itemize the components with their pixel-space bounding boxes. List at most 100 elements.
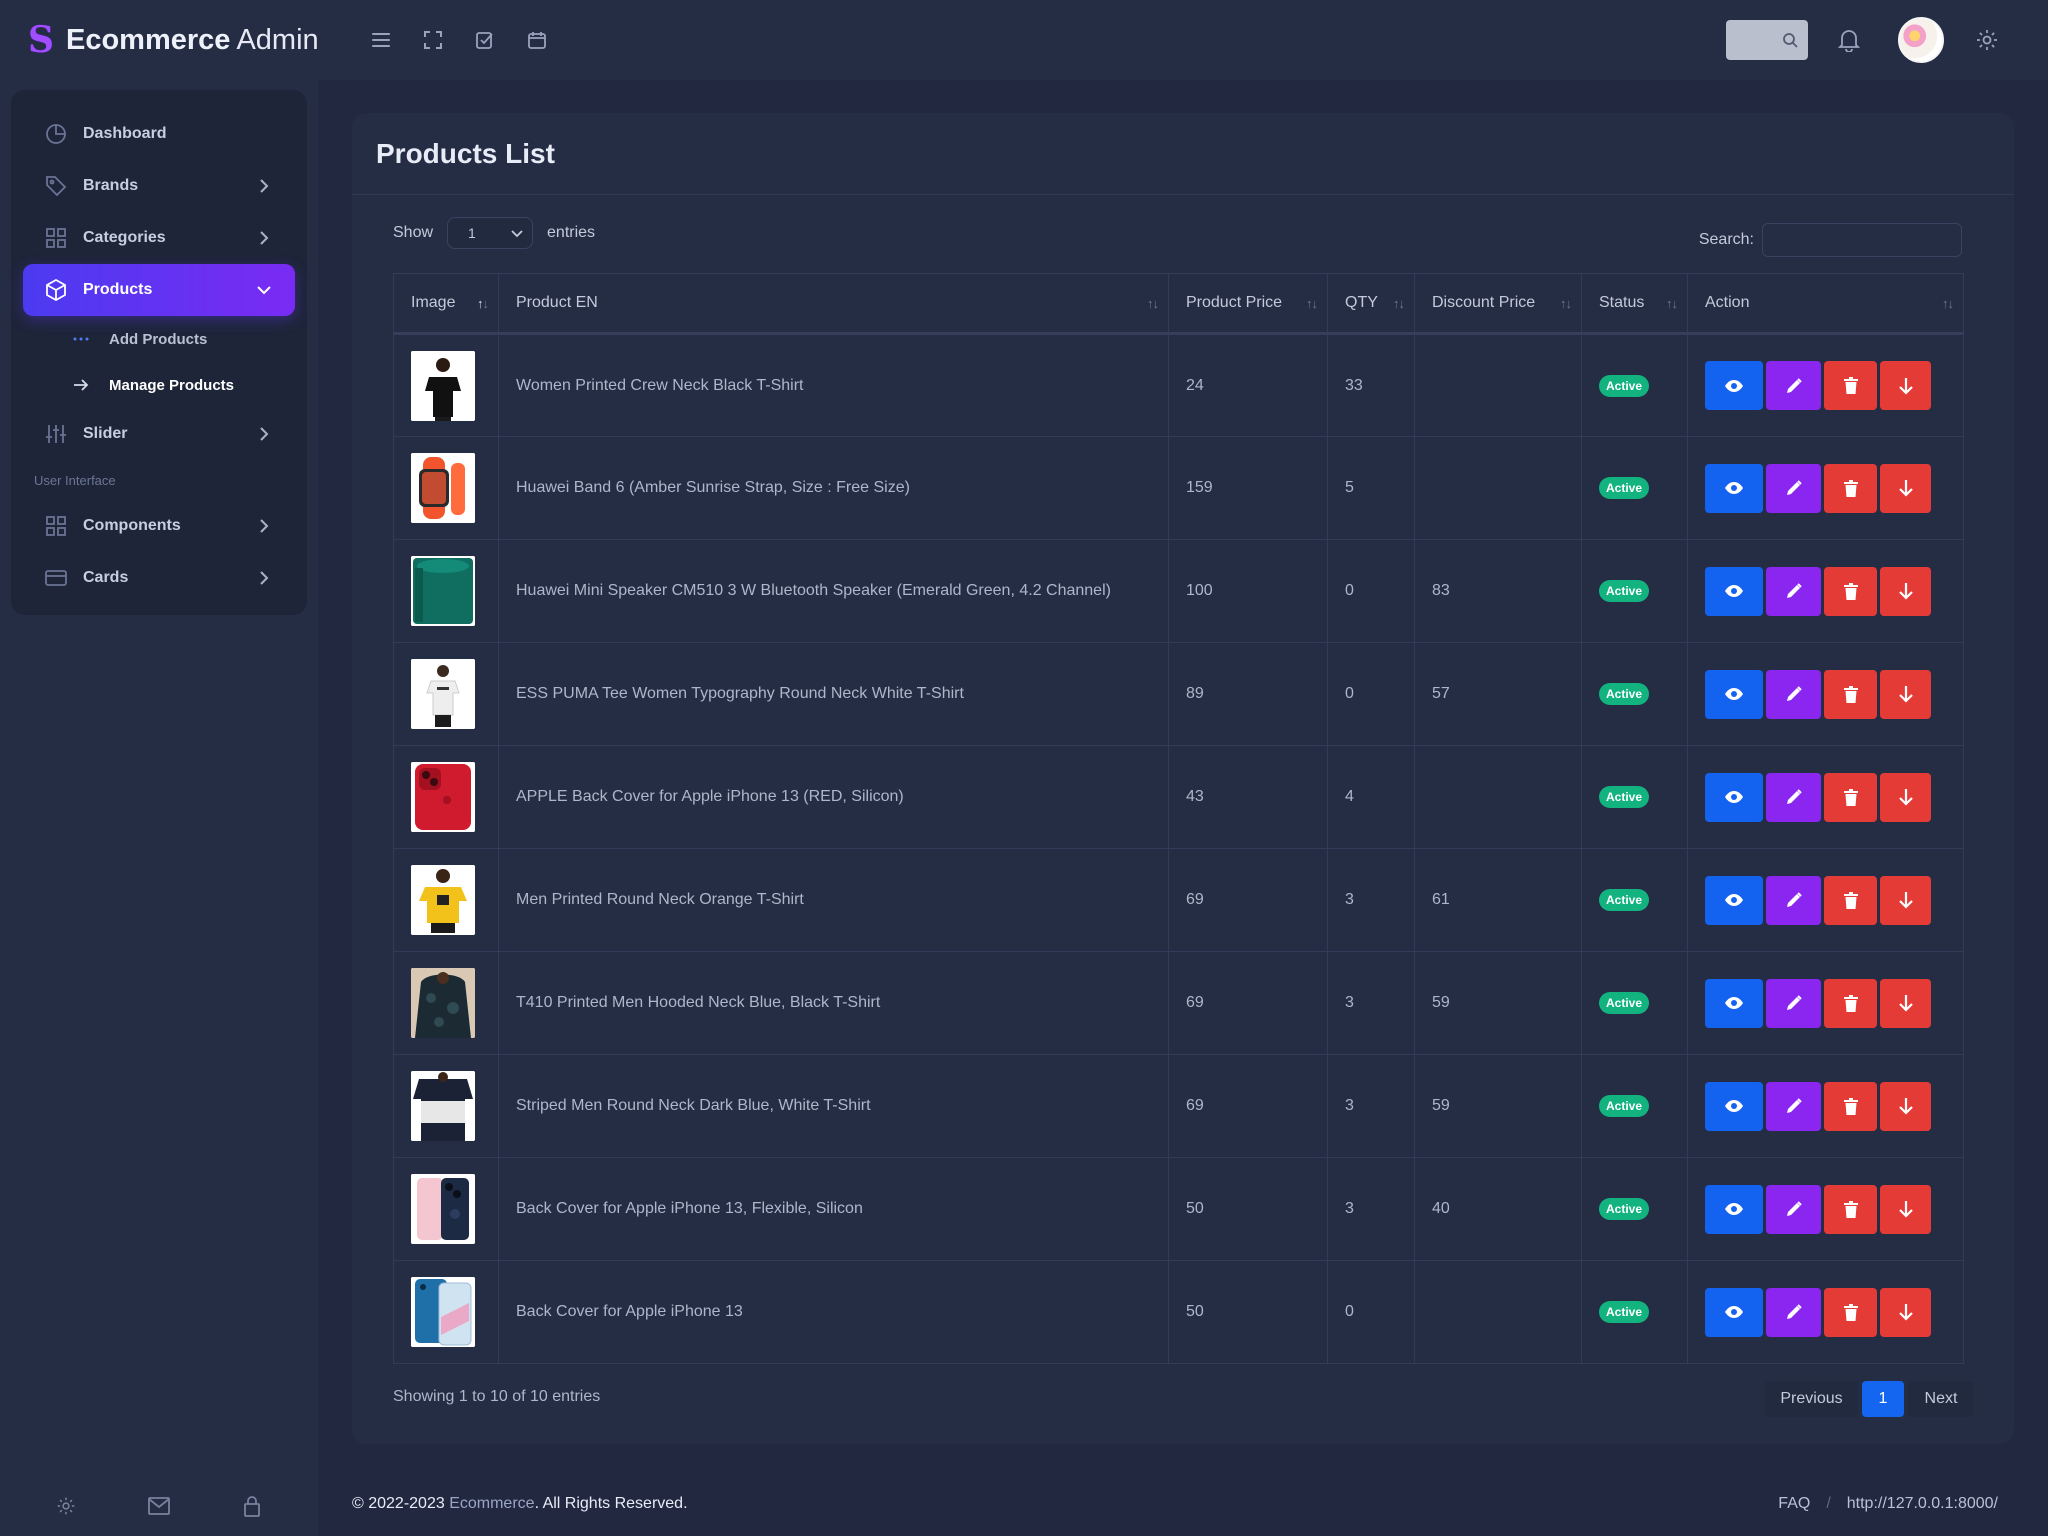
product-thumbnail[interactable]: [411, 1071, 475, 1141]
delete-button[interactable]: [1824, 566, 1877, 616]
product-thumbnail[interactable]: [411, 556, 475, 626]
view-button[interactable]: [1705, 361, 1763, 410]
column-header-action[interactable]: Action ↑↓: [1687, 273, 1964, 335]
sidebar-item-brands[interactable]: Brands: [23, 160, 295, 212]
edit-button[interactable]: [1766, 566, 1821, 616]
sidebar-item-categories[interactable]: Categories: [23, 212, 295, 264]
edit-button[interactable]: [1766, 1081, 1821, 1131]
user-avatar[interactable]: [1898, 17, 1944, 63]
footer-url-link[interactable]: http://127.0.0.1:8000/: [1847, 1495, 1998, 1513]
top-header: S Ecommerce Admin: [0, 0, 2048, 80]
column-header-qty[interactable]: QTY ↑↓: [1327, 273, 1415, 335]
price-cell: 50: [1168, 1157, 1328, 1261]
delete-button[interactable]: [1824, 463, 1877, 513]
discount-cell: 61: [1414, 848, 1582, 952]
sidebar-item-products[interactable]: Products: [23, 264, 295, 316]
product-thumbnail[interactable]: [411, 1277, 475, 1347]
delete-button[interactable]: [1824, 978, 1877, 1028]
delete-button[interactable]: [1824, 772, 1877, 822]
sidebar-item-components[interactable]: Components: [23, 500, 295, 552]
edit-button[interactable]: [1766, 669, 1821, 719]
next-page-button[interactable]: Next: [1908, 1381, 1974, 1417]
sidebar-item-cards[interactable]: Cards: [23, 552, 295, 604]
edit-button[interactable]: [1766, 1287, 1821, 1337]
column-header-status[interactable]: Status ↑↓: [1581, 273, 1688, 335]
download-button[interactable]: [1880, 463, 1931, 513]
view-button[interactable]: [1705, 772, 1763, 822]
download-button[interactable]: [1880, 978, 1931, 1028]
trash-icon: [1843, 377, 1858, 394]
delete-button[interactable]: [1824, 669, 1877, 719]
action-cell: [1687, 848, 1964, 952]
brand[interactable]: S Ecommerce Admin: [0, 19, 320, 61]
view-button[interactable]: [1705, 669, 1763, 719]
lock-icon[interactable]: [240, 1494, 264, 1518]
qty-cell: 33: [1327, 333, 1415, 437]
sidebar-subitem-manage-products[interactable]: Manage Products: [11, 362, 307, 408]
column-header-price[interactable]: Product Price ↑↓: [1168, 273, 1328, 335]
product-thumbnail[interactable]: [411, 350, 475, 421]
sidebar-item-label: Cards: [83, 569, 129, 586]
product-thumbnail[interactable]: [411, 762, 475, 832]
sidebar-section-label: User Interface: [34, 472, 116, 488]
view-button[interactable]: [1705, 1081, 1763, 1131]
menu-icon[interactable]: [368, 27, 394, 53]
edit-button[interactable]: [1766, 1184, 1821, 1234]
product-thumbnail[interactable]: [411, 968, 475, 1038]
page-1-button[interactable]: 1: [1862, 1381, 1904, 1417]
view-button[interactable]: [1705, 875, 1763, 925]
sort-asc-icon: ↑↓: [477, 296, 489, 311]
view-button[interactable]: [1705, 463, 1763, 513]
sidebar-item-dashboard[interactable]: Dashboard: [23, 108, 295, 160]
download-button[interactable]: [1880, 566, 1931, 616]
edit-button[interactable]: [1766, 772, 1821, 822]
download-button[interactable]: [1880, 361, 1931, 410]
previous-page-button[interactable]: Previous: [1765, 1381, 1858, 1417]
delete-button[interactable]: [1824, 1081, 1877, 1131]
mail-icon[interactable]: [147, 1494, 171, 1518]
edit-button[interactable]: [1766, 361, 1821, 410]
delete-button[interactable]: [1824, 1184, 1877, 1234]
product-thumbnail[interactable]: [411, 453, 475, 523]
download-button[interactable]: [1880, 772, 1931, 822]
chevron-down-icon: [257, 286, 271, 295]
sidebar-item-slider[interactable]: Slider: [23, 408, 295, 460]
discount-cell: [1414, 436, 1582, 540]
view-button[interactable]: [1705, 978, 1763, 1028]
column-header-discount[interactable]: Discount Price ↑↓: [1414, 273, 1582, 335]
delete-button[interactable]: [1824, 361, 1877, 410]
download-button[interactable]: [1880, 1081, 1931, 1131]
product-thumbnail[interactable]: [411, 659, 475, 729]
bell-icon[interactable]: [1834, 25, 1864, 55]
download-button[interactable]: [1880, 875, 1931, 925]
faq-link[interactable]: FAQ: [1778, 1495, 1810, 1513]
delete-button[interactable]: [1824, 875, 1877, 925]
view-button[interactable]: [1705, 1287, 1763, 1337]
footer-brand-link[interactable]: Ecommerce: [449, 1495, 534, 1512]
trash-icon: [1843, 1200, 1858, 1218]
settings-icon[interactable]: [54, 1494, 78, 1518]
column-header-product[interactable]: Product EN ↑↓: [498, 273, 1169, 335]
task-icon[interactable]: [472, 27, 498, 53]
calendar-icon[interactable]: [524, 27, 550, 53]
view-button[interactable]: [1705, 566, 1763, 616]
grid-icon: [45, 514, 69, 538]
delete-button[interactable]: [1824, 1287, 1877, 1337]
view-button[interactable]: [1705, 1184, 1763, 1234]
download-button[interactable]: [1880, 1287, 1931, 1337]
status-badge: Active: [1599, 580, 1650, 602]
product-thumbnail[interactable]: [411, 1174, 475, 1244]
edit-button[interactable]: [1766, 978, 1821, 1028]
sidebar-subitem-add-products[interactable]: Add Products: [11, 316, 307, 362]
entries-select[interactable]: 1: [447, 217, 534, 249]
column-header-image[interactable]: Image ↑↓: [393, 273, 499, 335]
header-search-input[interactable]: [1726, 20, 1808, 60]
edit-button[interactable]: [1766, 463, 1821, 513]
download-button[interactable]: [1880, 669, 1931, 719]
edit-button[interactable]: [1766, 875, 1821, 925]
download-button[interactable]: [1880, 1184, 1931, 1234]
search-input[interactable]: [1762, 223, 1962, 257]
fullscreen-icon[interactable]: [420, 27, 446, 53]
settings-gear-icon[interactable]: [1972, 25, 2002, 55]
product-thumbnail[interactable]: [411, 865, 475, 935]
